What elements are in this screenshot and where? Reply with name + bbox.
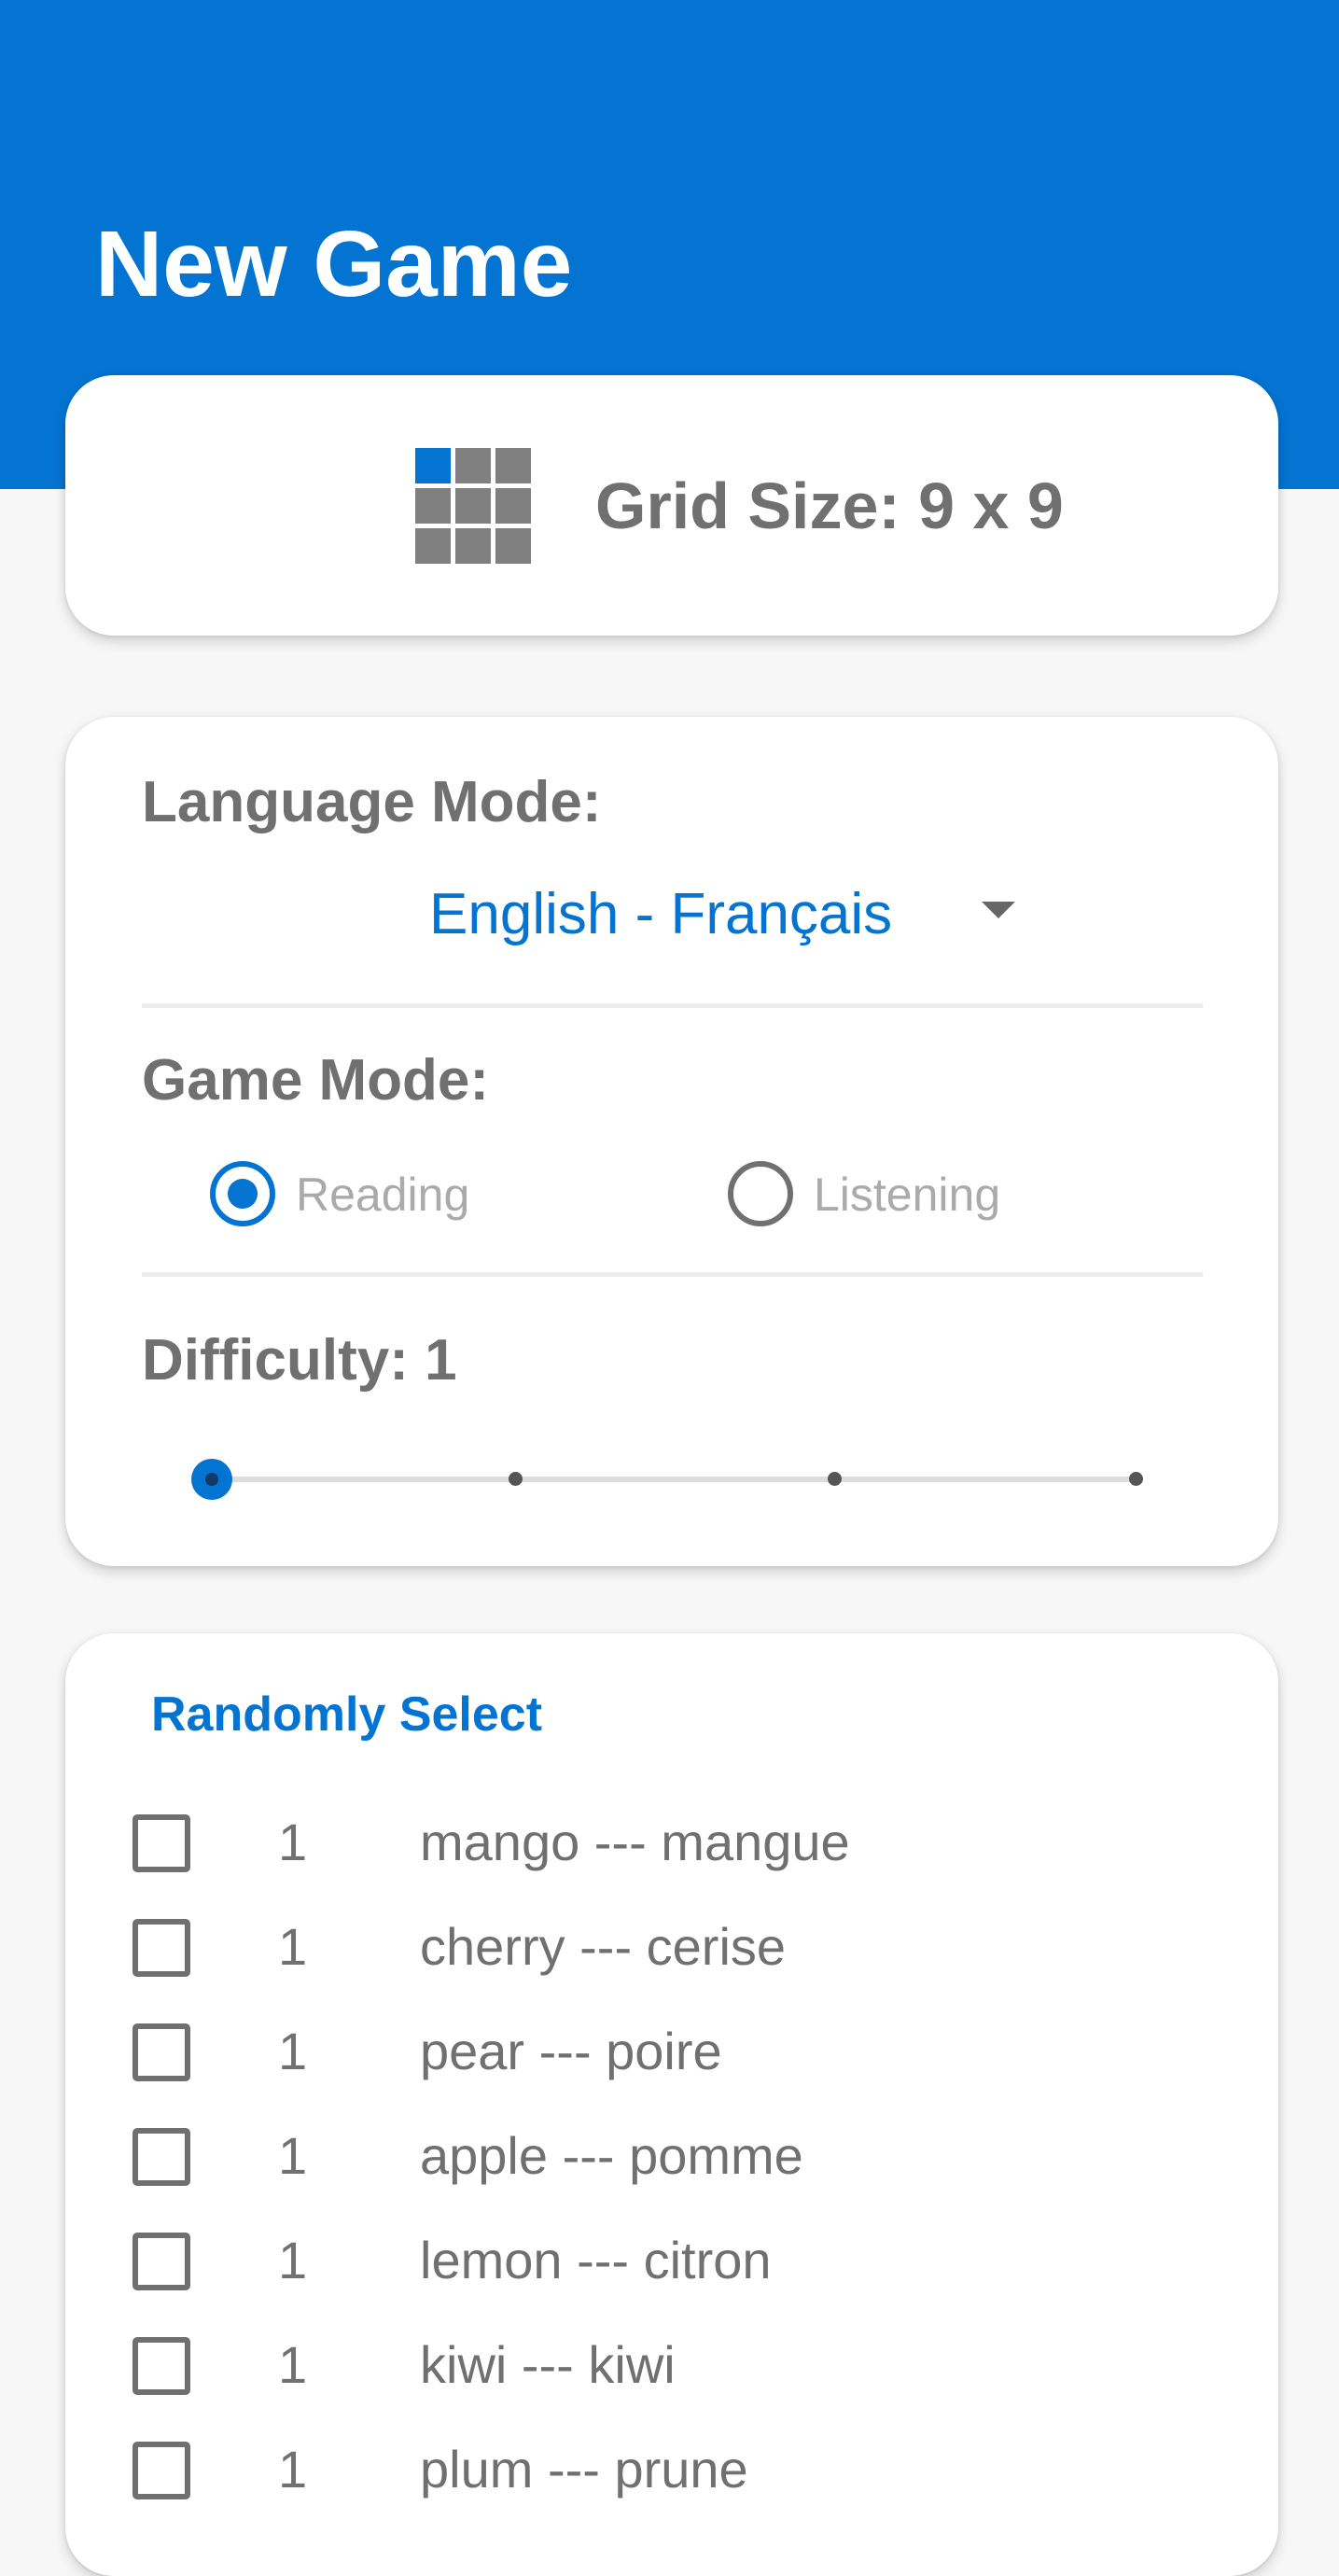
list-item[interactable]: 1 lemon --- citron: [65, 2223, 1138, 2298]
dropdown-arrow-icon: [982, 902, 1015, 918]
list-item[interactable]: 1 apple --- pomme: [65, 2119, 1138, 2193]
checkbox[interactable]: [133, 1814, 190, 1872]
list-item[interactable]: 1 cherry --- cerise: [65, 1910, 1138, 1984]
checkbox[interactable]: [133, 2023, 190, 2081]
grid-icon: [415, 448, 531, 564]
slider-thumb[interactable]: [191, 1459, 232, 1500]
list-item[interactable]: 1 pear --- poire: [65, 2014, 1138, 2089]
settings-card: Language Mode: English - Français Game M…: [65, 717, 1278, 1566]
word-count: 1: [278, 2126, 308, 2185]
word-count: 1: [278, 2231, 308, 2289]
checkbox[interactable]: [133, 1919, 190, 1977]
word-pair: pear --- poire: [420, 2022, 722, 2080]
list-item[interactable]: 1 plum --- prune: [65, 2432, 1138, 2507]
grid-size-label: Grid Size: 9 x 9: [595, 469, 1064, 542]
checkbox[interactable]: [133, 2442, 190, 2499]
word-pair: lemon --- citron: [420, 2231, 772, 2289]
word-count: 1: [278, 2022, 308, 2080]
language-mode-value: English - Français: [429, 882, 893, 946]
list-item[interactable]: 1 kiwi --- kiwi: [65, 2328, 1138, 2402]
word-count: 1: [278, 2440, 308, 2499]
word-pair: apple --- pomme: [420, 2126, 803, 2185]
difficulty-label: Difficulty: 1: [142, 1328, 457, 1393]
randomly-select-button[interactable]: Randomly Select: [151, 1682, 542, 1747]
divider: [142, 1003, 1203, 1008]
word-pair: cherry --- cerise: [420, 1917, 787, 1976]
word-count: 1: [278, 1917, 308, 1976]
slider-track[interactable]: [202, 1477, 1136, 1482]
slider-tick: [828, 1472, 842, 1486]
language-mode-label: Language Mode:: [142, 770, 602, 834]
divider: [142, 1272, 1203, 1277]
page-title: New Game: [95, 212, 573, 316]
word-pair: plum --- prune: [420, 2440, 748, 2499]
word-count: 1: [278, 2335, 308, 2394]
word-pair: kiwi --- kiwi: [420, 2335, 676, 2394]
radio-checked-icon[interactable]: [210, 1161, 275, 1226]
language-mode-dropdown[interactable]: English - Français: [142, 866, 1203, 969]
game-mode-label: Game Mode:: [142, 1048, 490, 1113]
radio-reading-label: Reading: [296, 1169, 470, 1221]
checkbox[interactable]: [133, 2128, 190, 2186]
slider-tick: [509, 1472, 523, 1486]
checkbox[interactable]: [133, 2337, 190, 2395]
word-pair: mango --- mangue: [420, 1813, 850, 1871]
grid-size-card[interactable]: Grid Size: 9 x 9: [65, 375, 1278, 636]
difficulty-slider[interactable]: [191, 1456, 1148, 1503]
radio-unchecked-icon[interactable]: [728, 1161, 793, 1226]
word-list-card: Randomly Select 1 mango --- mangue 1 che…: [65, 1633, 1278, 2576]
radio-listening-label: Listening: [814, 1169, 1001, 1221]
word-count: 1: [278, 1813, 308, 1871]
checkbox[interactable]: [133, 2233, 190, 2290]
list-item[interactable]: 1 mango --- mangue: [65, 1805, 1138, 1880]
slider-tick: [1129, 1472, 1143, 1486]
